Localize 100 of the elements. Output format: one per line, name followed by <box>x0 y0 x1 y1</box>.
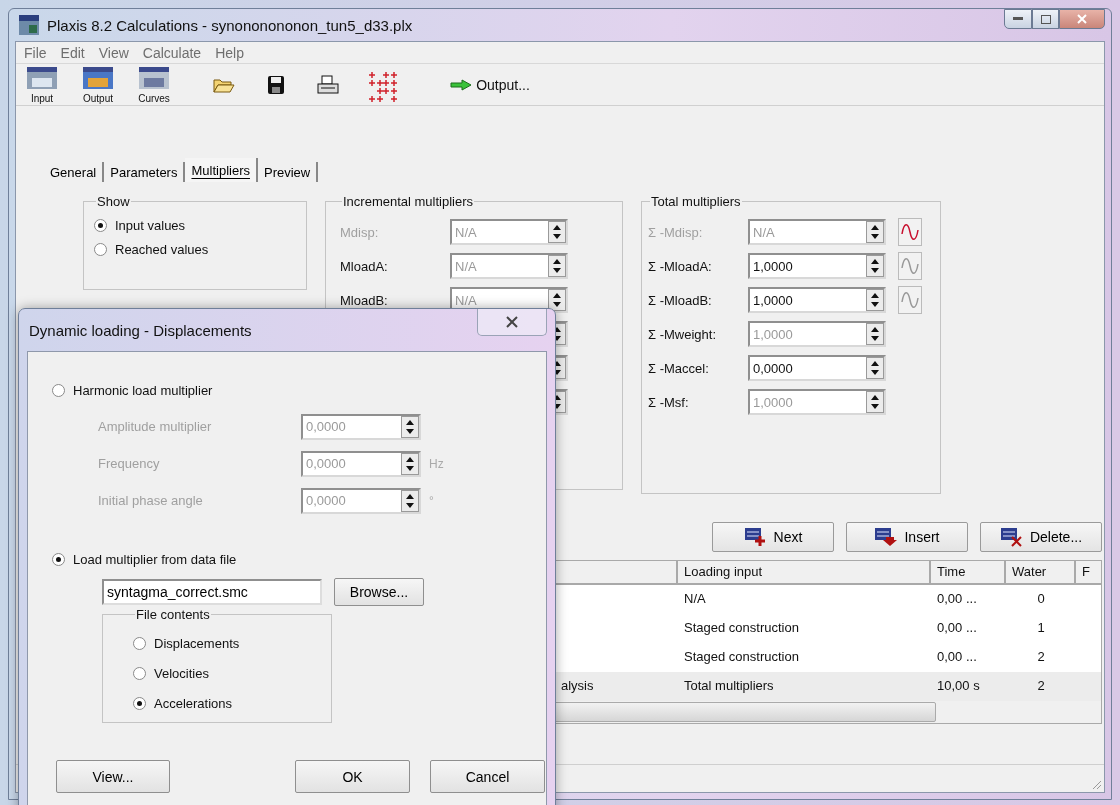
cancel-button[interactable]: Cancel <box>430 760 545 793</box>
spin-arrows-icon <box>870 394 880 410</box>
column-header[interactable]: Water <box>1006 561 1076 585</box>
radio-button[interactable] <box>133 696 146 710</box>
spin-button[interactable] <box>548 221 566 243</box>
field-label: Initial phase angle <box>98 493 204 508</box>
toolbar-button[interactable]: Output <box>78 64 118 105</box>
table-cell: 0 <box>1037 591 1045 606</box>
field-label: Σ -Msf: <box>648 394 690 410</box>
contour-plot-icon <box>82 65 114 92</box>
minimize-icon <box>1013 17 1023 21</box>
toolbar-button[interactable]: Output... <box>440 64 540 105</box>
toolbar-button[interactable]: Input <box>22 64 62 105</box>
spin-arrows-icon <box>870 326 880 342</box>
table-cell: 0,00 ... <box>937 620 977 635</box>
spin-arrows-icon <box>870 258 880 274</box>
spin-arrows-icon <box>405 418 415 435</box>
menu-item[interactable]: Edit <box>54 44 91 61</box>
spin-button[interactable] <box>401 489 419 512</box>
menu-item[interactable]: View <box>92 44 135 61</box>
add-row-icon <box>743 527 768 547</box>
action-button[interactable]: Next <box>712 522 834 552</box>
group-title: Total multipliers <box>650 194 742 209</box>
spin-button[interactable] <box>548 289 566 311</box>
spin-button[interactable] <box>866 289 884 311</box>
minimize-button[interactable] <box>1004 9 1032 29</box>
spin-button[interactable] <box>401 415 419 438</box>
field-label: Σ -MloadB: <box>648 292 713 308</box>
table-cell: alysis <box>561 678 594 693</box>
number-field[interactable]: 1,0000 <box>748 287 886 313</box>
radio-label: Harmonic load multiplier <box>73 382 213 398</box>
spin-arrows-icon <box>405 455 415 472</box>
menu-item[interactable]: Calculate <box>136 44 208 61</box>
radio-button[interactable] <box>52 383 65 397</box>
save-icon <box>267 74 285 95</box>
spin-button[interactable] <box>866 391 884 413</box>
print-icon <box>317 74 339 95</box>
close-button[interactable] <box>1059 9 1105 29</box>
sine-wave-icon <box>901 256 919 276</box>
radio-label: Reached values <box>115 241 209 257</box>
table-cell: Staged construction <box>684 620 799 635</box>
field-label: Mdisp: <box>340 224 380 240</box>
sine-wave-icon <box>901 222 919 242</box>
menu-item[interactable]: Help <box>209 44 250 61</box>
table-cell: 2 <box>1037 649 1045 664</box>
arrow-icon <box>450 78 473 91</box>
field-label: Σ -Mweight: <box>648 326 717 342</box>
number-field[interactable]: 0,0000 <box>748 355 886 381</box>
radio-label: Displacements <box>154 635 240 651</box>
table-cell: 2 <box>1037 678 1045 693</box>
insert-row-icon <box>874 527 899 547</box>
table-cell: N/A <box>684 591 706 606</box>
column-header[interactable]: Time <box>931 561 1006 585</box>
spin-arrows-icon <box>870 224 880 240</box>
field-label: Amplitude multiplier <box>98 419 213 434</box>
dialog-title: Dynamic loading - Displacements <box>29 321 252 339</box>
field-label: MloadB: <box>340 292 389 308</box>
radio-label: Input values <box>115 217 186 233</box>
spin-arrows-icon <box>870 292 880 308</box>
delete-row-icon <box>999 527 1024 547</box>
close-button[interactable] <box>477 309 547 336</box>
radio-button[interactable] <box>133 636 146 650</box>
unit-label: ° <box>429 493 434 508</box>
action-button[interactable]: Insert <box>846 522 968 552</box>
close-icon <box>505 316 519 328</box>
toolbar-button[interactable]: Curves <box>134 64 174 105</box>
radio-button[interactable] <box>133 666 146 680</box>
spin-button[interactable] <box>866 323 884 345</box>
table-cell: 1 <box>1037 620 1045 635</box>
tab[interactable]: Multipliers <box>185 158 258 182</box>
table-cell: 10,00 s <box>937 678 980 693</box>
radio-label: Load multiplier from data file <box>73 551 237 567</box>
menu-item[interactable]: File <box>18 44 53 61</box>
browse-button[interactable]: Browse... <box>334 578 424 606</box>
maximize-button[interactable] <box>1032 9 1059 29</box>
table-cell: 0,00 ... <box>937 649 977 664</box>
resize-grip-icon <box>1090 778 1102 790</box>
radio-button[interactable] <box>94 242 107 256</box>
sine-wave-icon <box>901 290 919 310</box>
file-path-field[interactable]: syntagma_correct.smc <box>102 579 322 605</box>
column-header[interactable]: F <box>1076 561 1101 585</box>
window-title: Plaxis 8.2 Calculations - synononononon_tun5_d33.plx <box>47 16 413 34</box>
radio-button[interactable] <box>52 552 65 566</box>
view-button[interactable]: View... <box>56 760 170 793</box>
group-title: Show <box>96 194 131 209</box>
folder-icon <box>213 76 235 93</box>
ok-button[interactable]: OK <box>295 760 410 793</box>
group-title: File contents <box>135 607 211 622</box>
number-field[interactable]: 1,0000 <box>748 253 886 279</box>
radio-button[interactable] <box>94 218 107 232</box>
unit-label: Hz <box>429 456 444 471</box>
field-label: Frequency <box>98 456 161 471</box>
spin-button[interactable] <box>866 255 884 277</box>
group-title: Incremental multipliers <box>342 194 475 209</box>
column-header[interactable]: Loading input <box>678 561 931 585</box>
spin-button[interactable] <box>401 452 419 475</box>
app-icon <box>19 15 39 35</box>
spin-button[interactable] <box>866 357 884 379</box>
spin-button[interactable] <box>548 255 566 277</box>
action-button[interactable]: Delete... <box>980 522 1102 552</box>
